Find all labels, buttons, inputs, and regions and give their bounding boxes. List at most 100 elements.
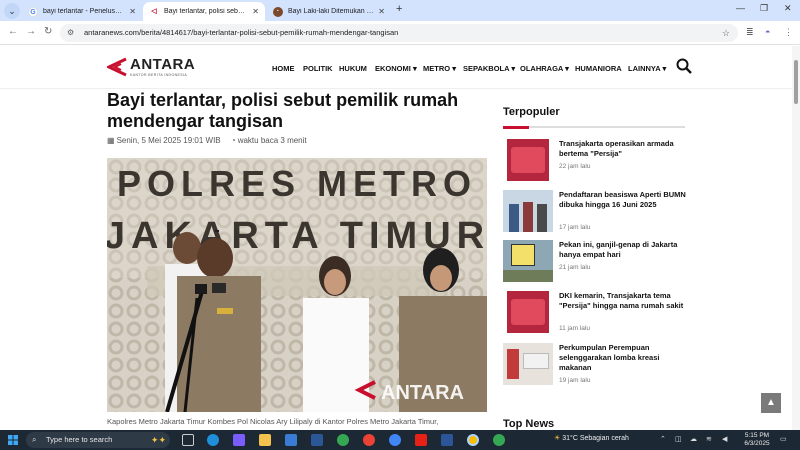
show-hidden-icons-icon[interactable]: ⌃ — [660, 435, 666, 443]
popular-item-time: 17 jam lalu — [559, 224, 591, 231]
popular-item[interactable]: DKI kemarin, Transjakarta tema "Persija"… — [503, 291, 688, 337]
close-icon[interactable]: ✕ — [252, 7, 259, 16]
logo-text: ANTARA — [130, 56, 196, 73]
network-icon[interactable]: ◫ — [675, 435, 682, 443]
file-explorer-icon[interactable] — [259, 434, 271, 446]
nav-item-lainnya[interactable]: LAINNYA ▾ — [628, 64, 666, 73]
minimize-icon[interactable]: — — [736, 3, 745, 13]
nav-item-ekonomi[interactable]: EKONOMI ▾ — [375, 64, 417, 73]
mail-icon[interactable] — [311, 434, 323, 446]
article-meta: ▦ Senin, 5 Mei 2025 19:01 WIB ◔ waktu baca… — [107, 136, 315, 145]
browser-menu-icon[interactable]: ⋮ — [784, 27, 793, 38]
popular-divider-accent — [503, 126, 529, 129]
tab-news-article[interactable]: · Bayi Laki-laki Ditemukan Terlan ✕ — [267, 2, 391, 21]
popular-item-time: 19 jam lalu — [559, 377, 591, 384]
antara-logo[interactable]: ANTARA KANTOR BERITA INDONESIA — [107, 55, 203, 81]
clock-date: 6/3/2025 — [744, 440, 770, 447]
reload-icon[interactable]: ↻ — [44, 26, 52, 37]
site-info-icon[interactable]: ⚙ — [67, 24, 74, 42]
weather-icon: ☀ — [554, 435, 561, 442]
volume-icon[interactable]: ◀ — [722, 435, 727, 443]
address-bar[interactable]: ⚙ antaranews.com/berita/4814617/bayi-ter… — [60, 24, 738, 42]
popular-thumbnail — [503, 190, 553, 232]
copilot-icon[interactable] — [233, 434, 245, 446]
chevron-down-icon: ▾ — [565, 64, 569, 73]
popular-item-title[interactable]: Perkumpulan Perempuan selenggarakan lomb… — [559, 343, 689, 373]
popular-item[interactable]: Pekan ini, ganjil-genap di Jakarta hanya… — [503, 240, 688, 286]
wifi-icon[interactable]: ≋ — [706, 435, 712, 443]
back-icon[interactable]: ← — [8, 26, 18, 37]
taskbar-search-placeholder: Type here to search — [46, 435, 113, 444]
chevron-up-icon: ▲ — [766, 397, 776, 408]
article-photo: POLRES METRO JAKARTA TIMUR ANTARA — [107, 158, 487, 412]
news-icon: · — [273, 6, 283, 17]
chrome-alt-icon[interactable] — [493, 434, 505, 446]
nav-item-sepakbola[interactable]: SEPAKBOLA ▾ — [463, 64, 515, 73]
close-icon[interactable]: ✕ — [129, 7, 136, 16]
antara-logo-icon — [107, 57, 127, 77]
forward-icon[interactable]: → — [26, 26, 36, 37]
taskbar-clock[interactable]: 5:15 PM 6/3/2025 — [742, 432, 772, 448]
task-view-icon[interactable] — [182, 434, 194, 446]
chrome-active-icon[interactable] — [467, 434, 479, 446]
nav-item-hukum[interactable]: HUKUM — [339, 64, 367, 73]
popular-item-title[interactable]: DKI kemarin, Transjakarta tema "Persija"… — [559, 291, 689, 311]
google-icon: G — [28, 6, 38, 17]
popular-item-title[interactable]: Pekan ini, ganjil-genap di Jakarta hanya… — [559, 240, 689, 260]
windows-taskbar: ⌕ Type here to search ✦✦ ☀ 31°C Sebagian… — [0, 430, 800, 450]
tab-list-icon[interactable]: ≣ — [746, 27, 754, 38]
extension-icon[interactable]: ◓ — [765, 27, 770, 37]
notifications-icon[interactable]: ▭ — [780, 435, 787, 443]
press-conference-image: POLRES METRO JAKARTA TIMUR ANTARA — [107, 158, 487, 412]
nav-item-humaniora[interactable]: HUMANIORA — [575, 64, 622, 73]
edge-icon[interactable] — [207, 434, 219, 446]
popular-item[interactable]: Transjakarta operasikan armada bertema "… — [503, 139, 688, 185]
back-to-top-button[interactable]: ▲ — [761, 393, 781, 413]
windows-start-icon[interactable] — [8, 435, 18, 445]
photo-watermark: ANTARA — [381, 382, 464, 404]
clock-time: 5:15 PM — [744, 432, 770, 439]
tab-google-search[interactable]: G bayi terlantar - Penelusuran Go ✕ — [22, 2, 142, 21]
nav-item-metro[interactable]: METRO ▾ — [423, 64, 456, 73]
scrollbar-thumb[interactable] — [794, 60, 798, 104]
popular-thumbnail — [507, 139, 549, 181]
chevron-down-icon: ▾ — [662, 64, 667, 73]
popular-item[interactable]: Perkumpulan Perempuan selenggarakan lomb… — [503, 343, 688, 389]
chevron-down-icon: ▾ — [452, 64, 456, 73]
nav-item-politik[interactable]: POLITIK — [303, 64, 333, 73]
article-headline: Bayi terlantar, polisi sebut pemilik rum… — [107, 90, 459, 131]
search-highlight-icon: ✦✦ — [150, 435, 166, 445]
new-tab-button[interactable]: + — [396, 3, 402, 15]
photo-sign-line1: POLRES METRO — [117, 163, 477, 204]
restore-icon[interactable]: ❐ — [760, 3, 768, 14]
zoom-icon[interactable] — [389, 434, 401, 446]
tab-search-icon[interactable]: ⌄ — [4, 3, 20, 19]
popular-item-title[interactable]: Pendaftaran beasiswa Aperti BUMN dibuka … — [559, 190, 689, 210]
store-icon[interactable] — [285, 434, 297, 446]
nav-item-home[interactable]: HOME — [272, 64, 295, 73]
weather-text: 31°C Sebagian cerah — [562, 435, 629, 442]
popular-heading: Terpopuler — [503, 106, 560, 118]
photo-caption: Kapolres Metro Jakarta Timur Kombes Pol … — [107, 417, 439, 426]
chrome-icon[interactable] — [337, 434, 349, 446]
taskbar-search-input[interactable]: ⌕ Type here to search ✦✦ — [26, 432, 170, 448]
tab-title: bayi terlantar - Penelusuran Go — [43, 8, 126, 15]
youtube-icon[interactable] — [415, 434, 427, 446]
weather-widget[interactable]: ☀ 31°C Sebagian cerah — [554, 434, 629, 442]
popular-item-time: 11 jam lalu — [559, 325, 590, 332]
chevron-down-icon: ▾ — [412, 64, 417, 73]
tab-antara-article[interactable]: ◁ Bayi terlantar, polisi sebut pemi ✕ — [143, 2, 265, 21]
window-close-icon[interactable]: ✕ — [784, 3, 792, 14]
popular-item-title[interactable]: Transjakarta operasikan armada bertema "… — [559, 139, 689, 159]
search-icon[interactable] — [676, 58, 692, 74]
word-icon[interactable] — [441, 434, 453, 446]
close-icon[interactable]: ✕ — [378, 7, 385, 16]
nav-item-olahraga[interactable]: OLAHRAGA ▾ — [520, 64, 569, 73]
chrome-profile-icon[interactable] — [363, 434, 375, 446]
onedrive-icon[interactable]: ☁ — [690, 435, 697, 443]
popular-thumbnail — [507, 291, 549, 333]
search-icon: ⌕ — [32, 435, 37, 444]
browser-toolbar: ← → ↻ ⚙ antaranews.com/berita/4814617/ba… — [0, 21, 800, 45]
bookmark-star-icon[interactable]: ☆ — [722, 24, 730, 42]
popular-item[interactable]: Pendaftaran beasiswa Aperti BUMN dibuka … — [503, 190, 688, 236]
